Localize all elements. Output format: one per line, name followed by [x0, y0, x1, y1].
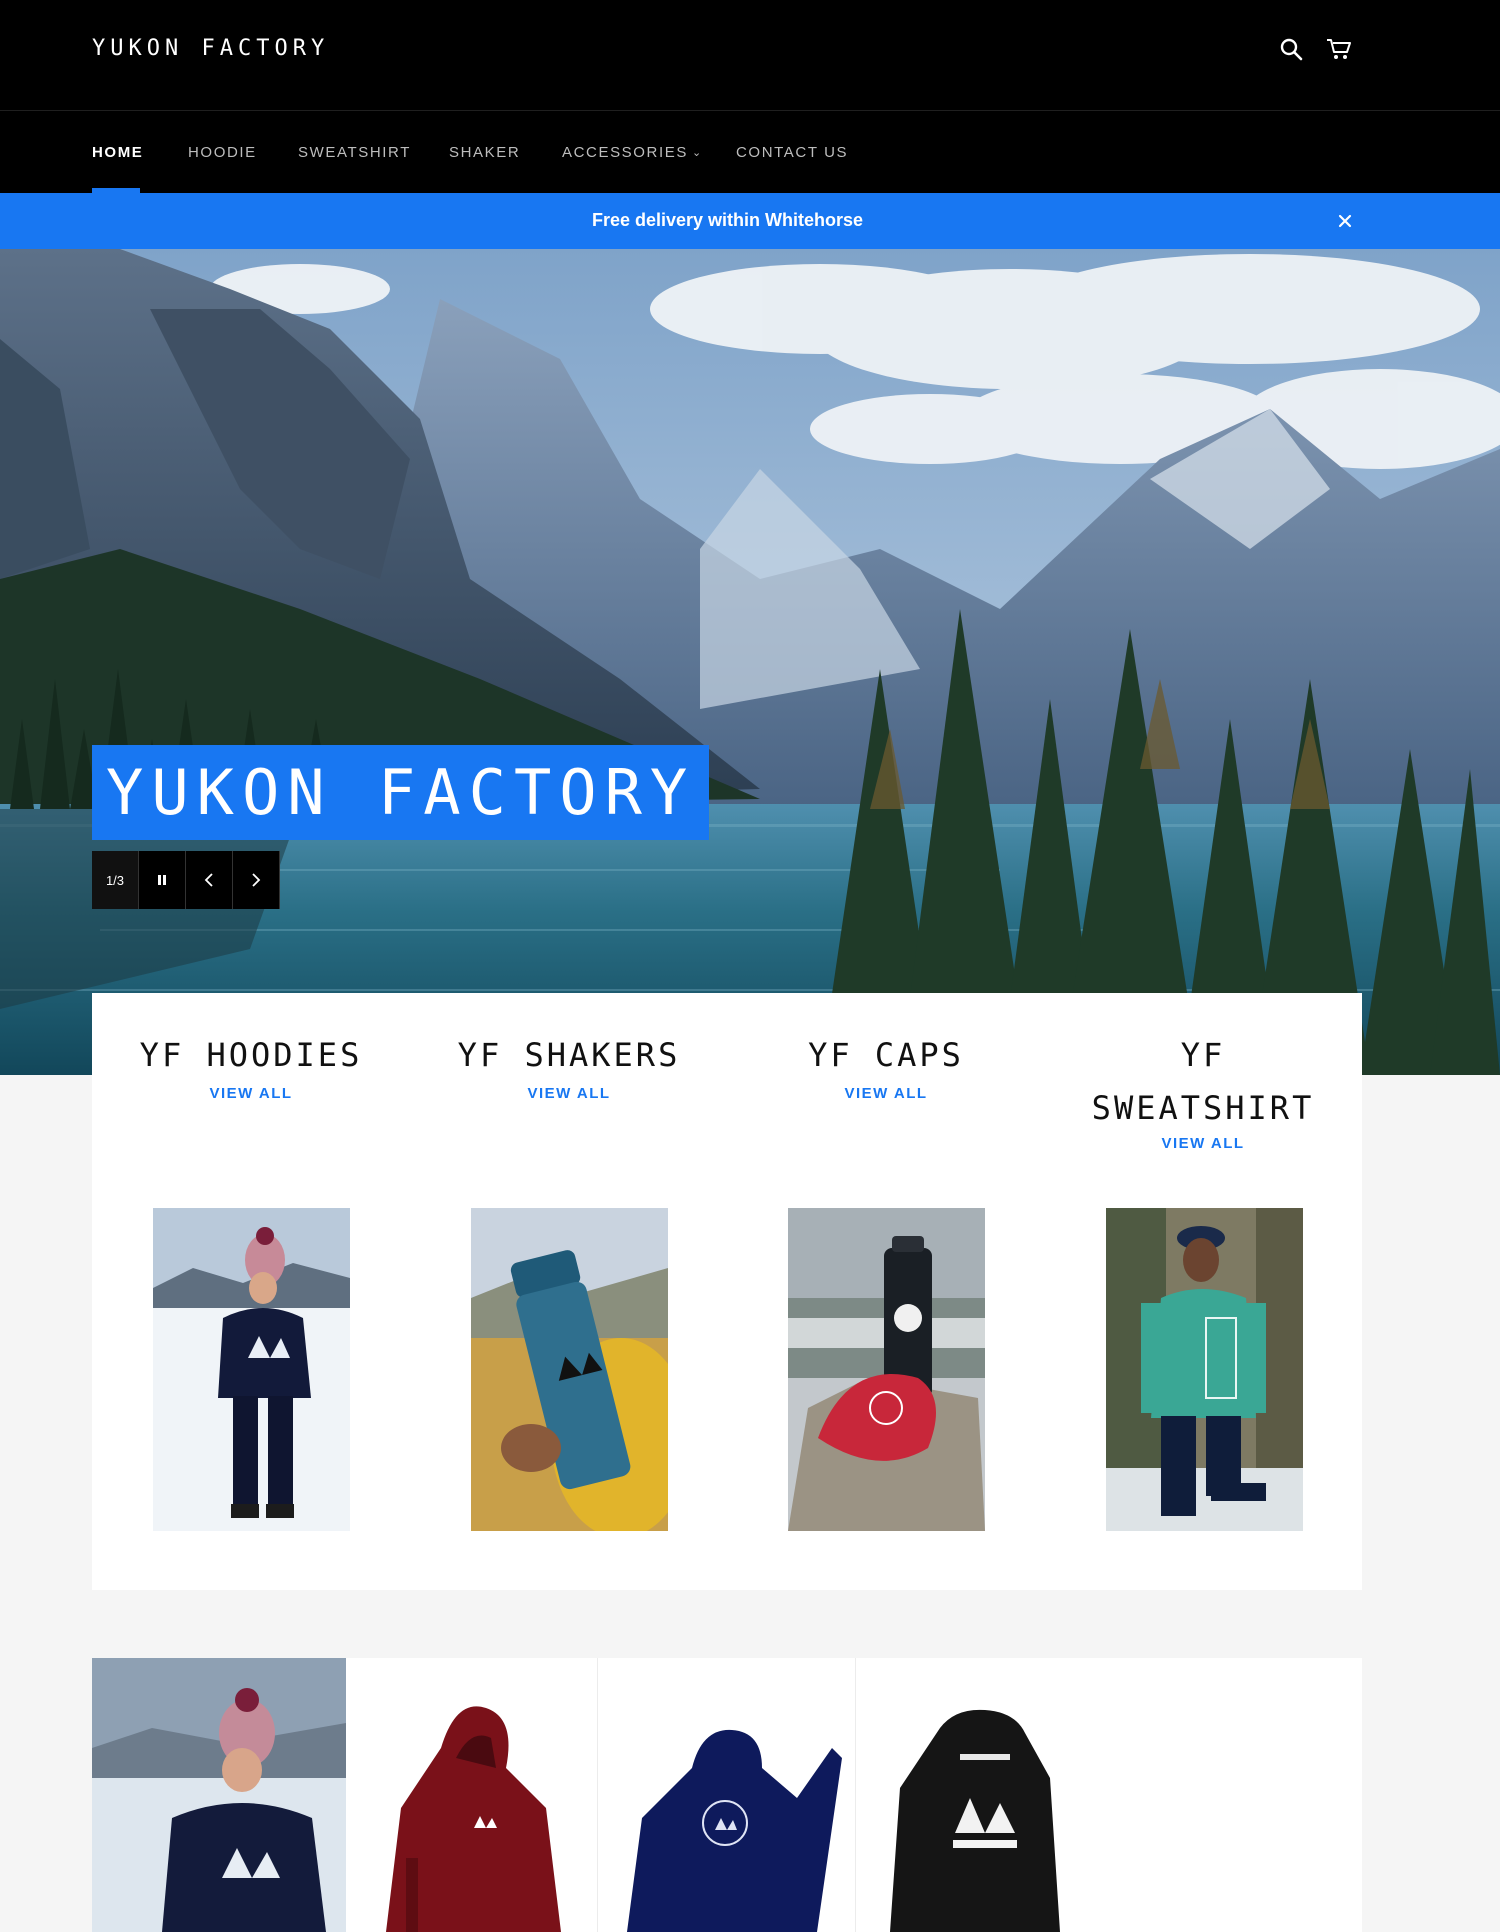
collection-image-caps[interactable]	[788, 1208, 985, 1531]
collection-title: YF SWEATSHIRT	[1044, 993, 1362, 1135]
product-image-hoodie-lifestyle[interactable]	[92, 1658, 346, 1932]
slide-counter: 1/3	[92, 851, 139, 909]
collection-title: YF SHAKERS	[457, 1036, 681, 1074]
nav-sweatshirt[interactable]: SWEATSHIRT	[298, 144, 411, 161]
slideshow-controls: 1/3	[92, 851, 280, 909]
view-all-link[interactable]: VIEW ALL	[1161, 1135, 1244, 1152]
announcement-bar: Free delivery within Whitehorse	[0, 193, 1500, 249]
product-image-navy-hoodie[interactable]	[597, 1658, 855, 1932]
nav-contact[interactable]: CONTACT US	[736, 144, 848, 161]
search-icon[interactable]	[1276, 34, 1306, 64]
collection-title: YF HOODIES	[139, 1036, 363, 1074]
collection-hoodies: YF HOODIES VIEW ALL	[92, 993, 410, 1103]
product-image-red-hoodie[interactable]	[346, 1658, 597, 1932]
chevron-right-icon[interactable]	[233, 851, 280, 909]
collection-image-hoodies[interactable]	[153, 1208, 350, 1531]
nav-hoodie[interactable]: HOODIE	[188, 144, 257, 161]
collection-title-line: SWEATSHIRT	[1091, 1089, 1315, 1127]
hero-title: YUKON FACTORY	[92, 745, 710, 840]
collection-title: YF CAPS	[808, 1036, 964, 1074]
collection-image-sweatshirt[interactable]	[1106, 1208, 1303, 1531]
view-all-link[interactable]: VIEW ALL	[844, 1085, 927, 1102]
site-header: YUKON FACTORY	[0, 0, 1500, 110]
nav-accessories[interactable]: ACCESSORIES ⌄	[562, 144, 703, 161]
close-icon[interactable]	[1330, 206, 1360, 236]
nav-home[interactable]: HOME	[92, 144, 143, 161]
cart-icon[interactable]	[1324, 34, 1354, 64]
nav-accessories-label: ACCESSORIES	[562, 144, 688, 161]
nav-shaker[interactable]: SHAKER	[449, 144, 520, 161]
collection-list: YF HOODIES VIEW ALL YF SHAKERS VIEW ALL …	[92, 993, 1362, 1590]
collection-image-shakers[interactable]	[471, 1208, 668, 1531]
site-logo[interactable]: YUKON FACTORY	[92, 36, 329, 61]
announcement-text: Free delivery within Whitehorse	[591, 210, 864, 230]
collection-caps: YF CAPS VIEW ALL	[727, 993, 1045, 1103]
view-all-link[interactable]: VIEW ALL	[209, 1085, 292, 1102]
collection-shakers: YF SHAKERS VIEW ALL	[410, 993, 728, 1103]
view-all-link[interactable]: VIEW ALL	[527, 1085, 610, 1102]
hero-slideshow: YUKON FACTORY 1/3	[0, 249, 1500, 1075]
product-grid	[92, 1658, 1362, 1932]
chevron-left-icon[interactable]	[186, 851, 233, 909]
collection-sweatshirt: YF SWEATSHIRT VIEW ALL	[1044, 993, 1362, 1153]
main-nav: HOME HOODIE SWEATSHIRT SHAKER ACCESSORIE…	[0, 110, 1500, 194]
pause-icon[interactable]	[139, 851, 186, 909]
hero-landscape-image	[0, 249, 1500, 1075]
product-image-black-hoodie[interactable]	[855, 1658, 1095, 1932]
chevron-down-icon: ⌄	[691, 147, 703, 159]
collection-title-line: YF	[1180, 1036, 1226, 1074]
